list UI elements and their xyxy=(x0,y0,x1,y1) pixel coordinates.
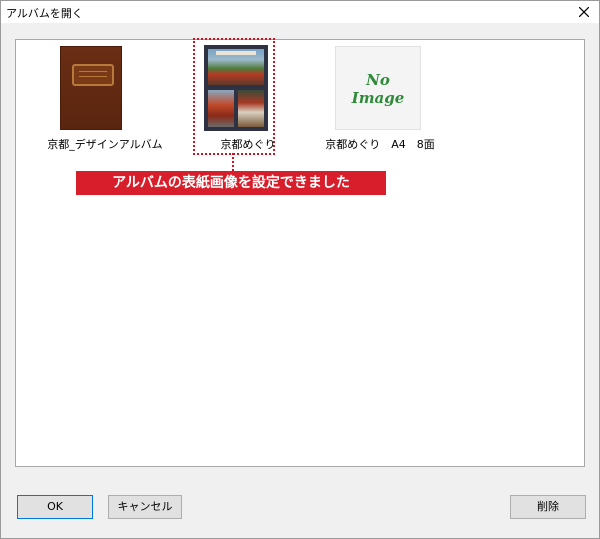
delete-button[interactable]: 削除 xyxy=(510,495,586,519)
album-list[interactable]: 京都_デザインアルバム 京都めぐり アルバムの表紙画像を設定できました No I… xyxy=(15,38,585,467)
album-thumbnail-collage xyxy=(204,45,268,131)
open-album-dialog: アルバムを開く 京都_デザインアルバム 京都めぐり アルバムの表紙画像を設定でき… xyxy=(0,0,600,539)
album-item-kyoto-design[interactable]: 京都_デザインアルバム xyxy=(47,44,163,151)
no-image-text-line2: Image xyxy=(351,89,405,107)
collage-photo-building xyxy=(238,90,264,127)
collage-photo-gate xyxy=(208,90,234,127)
album-label: 京都めぐり xyxy=(220,138,276,151)
callout-connector xyxy=(232,153,234,171)
close-button[interactable] xyxy=(569,1,599,23)
title-bar: アルバムを開く xyxy=(1,1,599,23)
album-thumbnail-no-image: No Image xyxy=(335,46,421,130)
album-thumbnail-notebook xyxy=(60,46,122,130)
album-label: 京都_デザインアルバム xyxy=(47,138,163,151)
album-item-kyoto-meguri[interactable]: 京都めぐり xyxy=(203,44,276,151)
close-icon xyxy=(579,7,589,17)
ok-button[interactable]: OK xyxy=(17,495,93,519)
cancel-button[interactable]: キャンセル xyxy=(108,495,182,519)
collage-caption xyxy=(216,51,256,55)
album-item-kyoto-meguri-a4[interactable]: No Image 京都めぐり A4 8面 xyxy=(325,44,435,151)
no-image-text-line1: No xyxy=(366,71,390,89)
callout-message: アルバムの表紙画像を設定できました xyxy=(76,171,386,195)
notebook-label-plate xyxy=(72,64,114,86)
album-label: 京都めぐり A4 8面 xyxy=(325,138,435,151)
dialog-title: アルバムを開く xyxy=(6,7,83,20)
collage-photo-shrine xyxy=(208,49,264,85)
